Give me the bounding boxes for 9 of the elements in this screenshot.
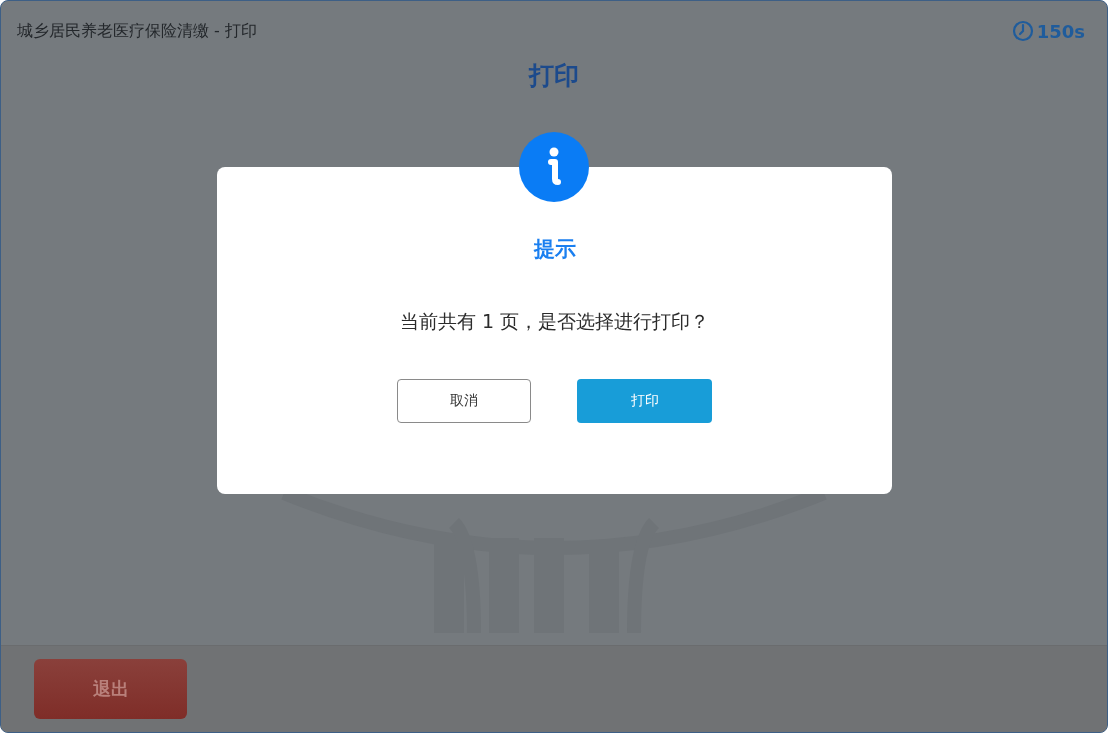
dialog-title: 提示	[533, 236, 576, 263]
dialog-message: 当前共有 1 页，是否选择进行打印？	[399, 309, 710, 334]
cancel-button[interactable]: 取消	[397, 379, 531, 423]
window-title: 城乡居民养老医疗保险清缴 - 打印	[17, 20, 257, 42]
clock-icon	[1011, 20, 1034, 42]
exit-button[interactable]: 退出	[34, 659, 187, 719]
page-title: 打印	[529, 60, 579, 92]
print-button[interactable]: 打印	[577, 379, 712, 423]
countdown-timer: 150s	[1036, 20, 1085, 42]
